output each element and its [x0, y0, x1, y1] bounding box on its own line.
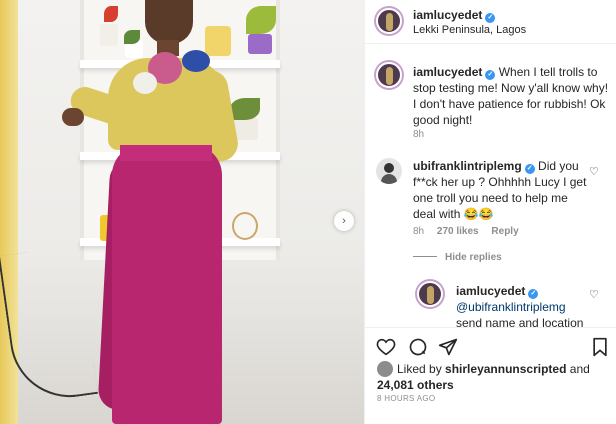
- liker-avatar: [377, 361, 393, 377]
- post-photo[interactable]: ›: [0, 0, 364, 424]
- comment-meta: 8h 270 likes Reply: [413, 226, 519, 237]
- post-header: iamlucyedet ✓ Lekki Peninsula, Lagos: [365, 0, 616, 44]
- caption-age: 8h: [413, 129, 425, 140]
- post-actions: [365, 327, 616, 361]
- caption-avatar[interactable]: [374, 60, 404, 90]
- lamp: [205, 26, 231, 56]
- verified-icon: ✓: [524, 164, 535, 174]
- author-avatar[interactable]: [374, 6, 404, 36]
- reply-like-icon[interactable]: ♡: [589, 288, 599, 301]
- person-head: [145, 0, 193, 44]
- post-sidebar: iamlucyedet ✓ Lekki Peninsula, Lagos iaml…: [364, 0, 616, 424]
- likes-and: and: [569, 362, 590, 376]
- author-line: iamlucyedet ✓: [413, 8, 496, 23]
- person-hand: [62, 108, 84, 126]
- plant: [230, 98, 260, 120]
- caption-username[interactable]: iamlucyedet: [413, 65, 482, 79]
- reply: iamlucyedet ✓ @ubifranklintriplemg send n…: [456, 283, 596, 331]
- reply-username[interactable]: iamlucyedet: [456, 284, 525, 298]
- liker-username[interactable]: shirleyannunscripted: [445, 362, 566, 376]
- decor-ring: [232, 212, 258, 240]
- plant-pot: [100, 24, 118, 46]
- bookmark-icon[interactable]: [589, 336, 611, 358]
- heart-icon[interactable]: [375, 336, 397, 358]
- comment-icon[interactable]: [407, 336, 429, 358]
- comment: ubifranklintriplemg ✓ Did you f**ck her u…: [413, 158, 593, 222]
- plant-pot: [248, 34, 272, 54]
- comment-likes[interactable]: 270 likes: [437, 226, 479, 237]
- commenter-avatar[interactable]: [376, 158, 402, 184]
- next-photo-button[interactable]: ›: [334, 211, 354, 231]
- reply-avatar[interactable]: [415, 279, 445, 309]
- likes-others[interactable]: 24,081 others: [377, 378, 454, 392]
- plant: [104, 6, 118, 22]
- verified-icon: ✓: [528, 289, 539, 299]
- caption: iamlucyedet ✓ When I tell trolls to stop …: [413, 64, 609, 128]
- flower-accessory: [133, 72, 157, 94]
- post-timestamp: 8 HOURS AGO: [377, 394, 436, 403]
- divider: [413, 256, 437, 257]
- comment-username[interactable]: ubifranklintriplemg: [413, 159, 522, 173]
- location-link[interactable]: Lekki Peninsula, Lagos: [413, 24, 526, 36]
- author-username[interactable]: iamlucyedet: [413, 8, 482, 22]
- likes-summary: Liked by shirleyannunscripted and 24,081…: [377, 361, 613, 393]
- share-icon[interactable]: [437, 336, 459, 358]
- verified-icon: ✓: [485, 70, 496, 80]
- hide-replies-label[interactable]: Hide replies: [445, 252, 502, 263]
- chevron-right-icon: ›: [342, 215, 346, 227]
- comment-like-icon[interactable]: ♡: [589, 165, 599, 178]
- verified-icon: ✓: [485, 13, 496, 23]
- flower-accessory: [182, 50, 210, 72]
- comment-age: 8h: [413, 226, 425, 237]
- plant: [246, 6, 276, 34]
- reply-button[interactable]: Reply: [491, 226, 518, 237]
- liked-by-prefix: Liked by: [397, 362, 442, 376]
- hide-replies-toggle[interactable]: Hide replies: [413, 252, 502, 263]
- reply-mention[interactable]: @ubifranklintriplemg: [456, 300, 566, 314]
- pants-waistband: [120, 145, 212, 161]
- plant: [124, 30, 140, 44]
- person-pants: [112, 145, 222, 424]
- plant-pot: [234, 118, 258, 140]
